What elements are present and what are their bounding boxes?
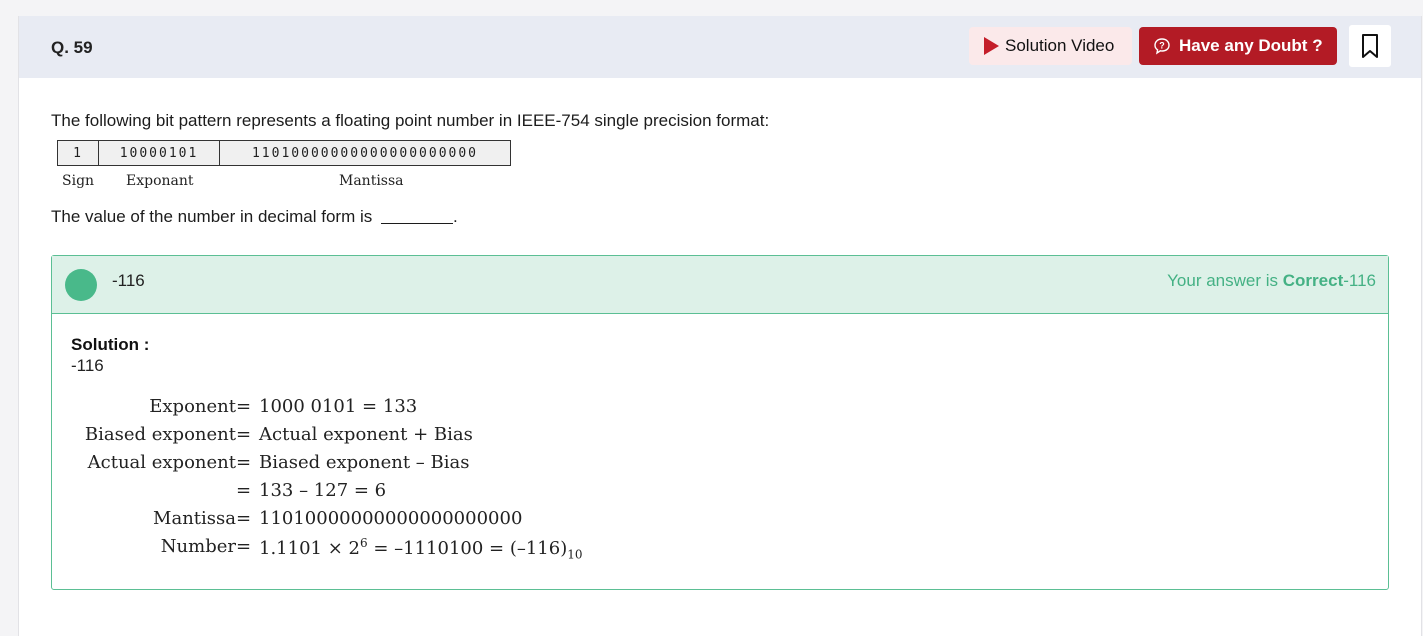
have-doubt-button[interactable]: ? Have any Doubt ? (1139, 27, 1337, 65)
result-value: -116 (1343, 271, 1376, 290)
sign-label: Sign (62, 173, 95, 189)
answer-result: Your answer is Correct-116 (1167, 271, 1376, 290)
question-text: The following bit pattern represents a f… (51, 111, 770, 130)
exponent-label: Exponant (126, 173, 194, 189)
bit-pattern-table: 1 10000101 11010000000000000000000 (57, 140, 511, 166)
solution-video-label: Solution Video (1005, 36, 1115, 55)
question-card: Q. 59 Solution Video ? Have any Doubt ? … (18, 16, 1422, 636)
mantissa-label: Mantissa (339, 173, 404, 189)
play-icon (984, 37, 999, 55)
solution-title: Solution : (71, 335, 150, 354)
mantissa-bits-cell: 11010000000000000000000 (219, 140, 511, 166)
bookmark-icon (1362, 34, 1378, 58)
correct-indicator (65, 269, 97, 301)
prompt-text: The value of the number in decimal form … (51, 207, 373, 226)
question-prompt: The value of the number in decimal form … (51, 207, 458, 227)
prompt-end: . (453, 207, 458, 226)
bookmark-button[interactable] (1349, 25, 1391, 67)
svg-text:?: ? (1159, 41, 1165, 51)
answer-blank (381, 223, 453, 224)
question-header: Q. 59 Solution Video ? Have any Doubt ? (19, 16, 1421, 78)
have-doubt-label: Have any Doubt ? (1179, 36, 1323, 55)
result-status: Correct (1282, 271, 1344, 290)
doubt-icon: ? (1154, 38, 1170, 55)
answer-option: -116 Your answer is Correct-116 (52, 256, 1388, 314)
sign-bit-cell: 1 (57, 140, 99, 166)
answer-value: -116 (112, 271, 145, 290)
exponent-bits-cell: 10000101 (98, 140, 220, 166)
solution-video-button[interactable]: Solution Video (969, 27, 1132, 65)
question-number: Q. 59 (51, 38, 93, 57)
answer-box: -116 Your answer is Correct-116 Solution… (51, 255, 1389, 590)
solution-value: -116 (71, 356, 104, 375)
